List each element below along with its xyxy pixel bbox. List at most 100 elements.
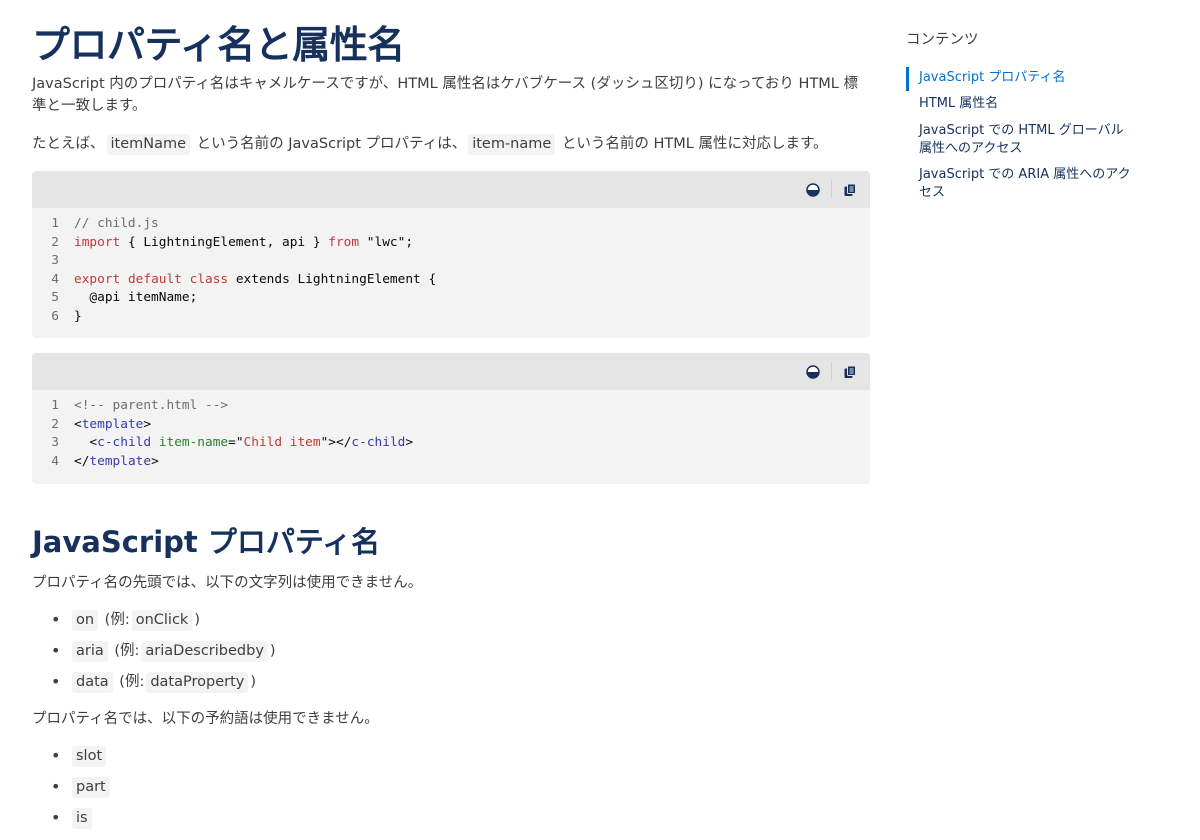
code-token: c-child bbox=[97, 435, 152, 450]
code-line: 2 <template> bbox=[32, 416, 870, 435]
code-token: > bbox=[405, 435, 414, 450]
toolbar-divider bbox=[831, 180, 832, 198]
line-number: 4 bbox=[51, 453, 59, 469]
code-token: "></ bbox=[320, 435, 352, 450]
code-token: </ bbox=[74, 453, 90, 469]
list-item: slot bbox=[32, 745, 112, 776]
code-toolbar bbox=[32, 171, 870, 208]
code-block-child-js: 1 // child.js 2 import { LightningElement, … bbox=[32, 171, 870, 338]
prefix-list: on (例:onClick) aria (例:ariaDescribedby) … bbox=[32, 609, 276, 702]
code-token: template bbox=[81, 416, 144, 432]
code-lines: 1 <!-- parent.html --> 2 <template> 3 <c-chi… bbox=[32, 390, 870, 471]
code-token: from bbox=[328, 234, 360, 250]
toc-item-html-global-attributes[interactable]: JavaScript での HTML グローバル属性へのアクセス bbox=[919, 122, 1134, 158]
code-line: 1 <!-- parent.html --> bbox=[32, 397, 870, 416]
code-text: <template> bbox=[74, 416, 151, 435]
code-toolbar bbox=[32, 353, 870, 390]
code-token: > bbox=[143, 416, 152, 432]
toc-item-javascript-property-names[interactable]: JavaScript プロパティ名 bbox=[919, 69, 1134, 87]
line-number: 5 bbox=[51, 290, 59, 305]
reserved-list: slot part is bbox=[32, 745, 112, 838]
code-token: < bbox=[74, 435, 98, 450]
code-text: export default class extends LightningEl… bbox=[74, 271, 436, 290]
copy-icon[interactable] bbox=[843, 182, 857, 196]
code-text: </template> bbox=[74, 453, 159, 472]
code-line: 4 </template> bbox=[32, 453, 870, 472]
code-token: <!-- parent.html --> bbox=[74, 398, 229, 413]
example-label: (例: bbox=[119, 674, 145, 690]
line-number: 2 bbox=[51, 234, 59, 250]
code-text: <!-- parent.html --> bbox=[74, 397, 228, 416]
code-token: extends LightningElement { bbox=[228, 271, 437, 287]
code-token: Child item bbox=[243, 435, 321, 450]
code-token: export bbox=[74, 271, 121, 287]
line-number: 1 bbox=[51, 398, 59, 413]
inline-code: on bbox=[72, 610, 99, 631]
page-title: プロパティ名と属性名 bbox=[32, 23, 405, 67]
code-token: @api itemName; bbox=[74, 290, 198, 305]
toc-item-html-attribute-names[interactable]: HTML 属性名 bbox=[919, 95, 1134, 113]
code-line: 3 <c-child item-name="Child item"></c-ch… bbox=[32, 434, 870, 453]
code-token: =" bbox=[228, 435, 244, 450]
example-suffix: という名前の HTML 属性に対応します。 bbox=[561, 136, 828, 152]
example-label: (例: bbox=[104, 612, 130, 628]
inline-code: ariaDescribedby bbox=[141, 641, 268, 662]
code-text: } bbox=[74, 308, 82, 327]
code-token: class bbox=[189, 271, 229, 287]
code-lines: 1 // child.js 2 import { LightningElement, … bbox=[32, 208, 870, 326]
theme-toggle-icon[interactable] bbox=[806, 364, 820, 379]
code-token: template bbox=[89, 453, 152, 469]
code-text: @api itemName; bbox=[74, 289, 197, 308]
code-line: 3 bbox=[32, 252, 870, 271]
inline-code-item-name-prop: itemName bbox=[106, 134, 191, 155]
code-token: item-name bbox=[158, 435, 229, 450]
inline-code: is bbox=[72, 808, 92, 829]
inline-code: dataProperty bbox=[146, 672, 249, 693]
theme-toggle-icon[interactable] bbox=[806, 182, 820, 197]
code-token: { LightningElement, api } bbox=[120, 234, 329, 250]
code-token: } bbox=[74, 308, 82, 324]
code-line: 2 import { LightningElement, api } from "… bbox=[32, 234, 870, 253]
line-number: 2 bbox=[51, 416, 59, 432]
toc-item-aria-attributes[interactable]: JavaScript での ARIA 属性へのアクセス bbox=[919, 166, 1134, 202]
code-token: > bbox=[151, 453, 159, 469]
inline-code: aria bbox=[72, 641, 108, 662]
toc-title: コンテンツ bbox=[906, 32, 979, 48]
list-item: aria (例:ariaDescribedby) bbox=[32, 640, 276, 671]
code-token: default bbox=[127, 271, 182, 287]
inline-code: part bbox=[72, 777, 110, 798]
list-item: on (例:onClick) bbox=[32, 609, 276, 640]
code-text: <c-child item-name="Child item"></c-chil… bbox=[74, 434, 413, 453]
close-paren: ) bbox=[250, 674, 257, 690]
inline-code-item-name-attr: item-name bbox=[468, 134, 556, 155]
code-text: import { LightningElement, api } from "l… bbox=[74, 234, 413, 253]
list-item: part bbox=[32, 776, 112, 807]
close-paren: ) bbox=[194, 612, 201, 628]
code-line: 6} bbox=[32, 308, 870, 327]
code-block-parent-html: 1 <!-- parent.html --> 2 <template> 3 <c-chi… bbox=[32, 353, 870, 484]
intro-paragraph: JavaScript 内のプロパティ名はキャメルケースですが、HTML 属性名は… bbox=[32, 76, 858, 114]
reserved-rule-paragraph: プロパティ名では、以下の予約語は使用できません。 bbox=[32, 711, 379, 727]
code-token: "lwc"; bbox=[359, 234, 414, 250]
code-token: c-child bbox=[351, 435, 406, 450]
inline-code: slot bbox=[72, 746, 107, 767]
list-item: is bbox=[32, 807, 112, 838]
toc-active-indicator bbox=[906, 67, 909, 91]
line-number: 1 bbox=[51, 216, 59, 231]
copy-icon[interactable] bbox=[843, 364, 857, 378]
line-number: 3 bbox=[51, 253, 59, 268]
inline-code: onClick bbox=[131, 610, 193, 631]
toolbar-divider bbox=[831, 362, 832, 380]
close-paren: ) bbox=[269, 643, 276, 659]
prefix-rule-paragraph: プロパティ名の先頭では、以下の文字列は使用できません。 bbox=[32, 575, 423, 591]
section-heading: JavaScript プロパティ名 bbox=[32, 525, 381, 559]
list-item: data (例:dataProperty) bbox=[32, 671, 276, 702]
code-line: 5 @api itemName; bbox=[32, 289, 870, 308]
line-number: 6 bbox=[51, 308, 59, 324]
code-token: import bbox=[74, 234, 121, 250]
example-prefix: たとえば、 bbox=[32, 136, 105, 152]
line-number: 4 bbox=[51, 271, 59, 287]
